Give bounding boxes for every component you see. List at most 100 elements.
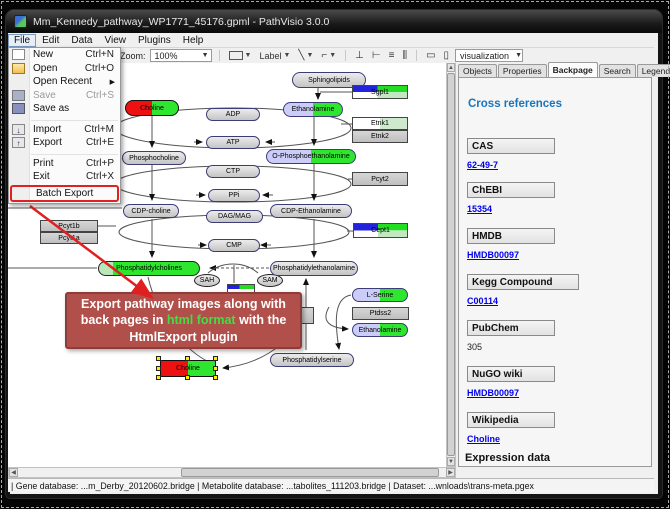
gene-node-ptdss2[interactable]: Ptdss2 [352, 307, 409, 320]
node-sah[interactable]: SAH [194, 274, 220, 287]
screenshot-stage: Mm_Kennedy_pathway_WP1771_45176.gpml - P… [0, 0, 670, 509]
chevron-down-icon: ▼ [202, 52, 209, 59]
selection-handle[interactable] [213, 366, 218, 371]
align-horizontal-icon: ⊥ [355, 50, 364, 61]
menu-item-exit[interactable]: Exit Ctrl+X [9, 170, 120, 184]
menu-help[interactable]: Help [177, 34, 210, 47]
menu-item-open-recent[interactable]: Open Recent ▶ [9, 75, 120, 89]
connector-tool-button[interactable]: ⌐▼ [319, 50, 338, 61]
menu-item-import[interactable]: ↓ Import Ctrl+M [9, 123, 120, 137]
node-ppi[interactable]: PPi [208, 189, 260, 202]
node-phosphatidylcholines[interactable]: Phosphatidylcholines [98, 261, 200, 276]
distribute-horizontal-button[interactable]: ⫼ [400, 50, 409, 61]
wikipedia-link[interactable]: Choline [467, 434, 500, 444]
gene-node-cept1[interactable]: Cept1 [353, 223, 408, 238]
scroll-left-button[interactable]: ◀ [9, 468, 18, 477]
menu-bar: File Edit Data View Plugins Help [8, 33, 654, 48]
common-width-icon: ▭ [426, 50, 435, 61]
section-header-hmdb: HMDB [467, 228, 555, 244]
selection-handle[interactable] [213, 375, 218, 380]
tab-properties[interactable]: Properties [498, 64, 547, 77]
menu-file[interactable]: File [8, 34, 36, 47]
hmdb-link[interactable]: HMDB00097 [467, 250, 519, 260]
gene-node-etnk1[interactable]: Etnk1 [352, 117, 408, 130]
selection-handle[interactable] [185, 356, 190, 361]
chebi-link[interactable]: 15354 [467, 204, 492, 214]
label-tool-button[interactable]: Label▼ [257, 51, 292, 61]
node-phosphatidylethanolamine[interactable]: Phosphatidylethanolamine [270, 261, 358, 276]
node-phosphocholine[interactable]: Phosphocholine [122, 151, 186, 165]
section-header-pubchem: PubChem [467, 320, 555, 336]
menu-item-export[interactable]: ↑ Export Ctrl+E [9, 136, 120, 150]
cas-link[interactable]: 62-49-7 [467, 160, 498, 170]
align-horizontal-button[interactable]: ⊥ [353, 50, 366, 61]
node-atp[interactable]: ATP [206, 136, 260, 149]
gene-node-pcyt2[interactable]: Pcyt2 [352, 172, 408, 186]
line-tool-button[interactable]: ╲▼ [296, 50, 315, 61]
scroll-down-button[interactable]: ▼ [447, 457, 455, 466]
export-icon: ↑ [12, 137, 25, 148]
node-o-phosphoethanolamine[interactable]: O-Phosphoethanolamine [266, 149, 356, 164]
tab-objects[interactable]: Objects [458, 64, 497, 77]
node-choline[interactable]: Choline [125, 100, 179, 116]
gene-node-pcyt1b[interactable]: Pcyt1b [40, 220, 98, 232]
menu-item-open[interactable]: Open Ctrl+O [9, 62, 120, 76]
menu-data[interactable]: Data [65, 34, 98, 47]
distribute-vertical-icon: ≡ [389, 50, 395, 61]
menu-item-save-as[interactable]: Save as [9, 102, 120, 116]
chevron-down-icon: ▼ [329, 52, 336, 59]
node-l-serine[interactable]: L-Serine [352, 288, 408, 302]
common-height-icon: ▯ [444, 50, 450, 61]
node-ctp[interactable]: CTP [206, 165, 260, 178]
common-width-button[interactable]: ▭ [424, 50, 437, 61]
canvas-vertical-scrollbar[interactable]: ▲ ▼ [446, 62, 456, 467]
align-vertical-button[interactable]: ⊢ [370, 50, 383, 61]
canvas-horizontal-scrollbar[interactable]: ◀ ▶ [8, 467, 456, 478]
node-cmp[interactable]: CMP [208, 239, 260, 252]
selection-handle[interactable] [213, 356, 218, 361]
scroll-right-button[interactable]: ▶ [446, 468, 455, 477]
node-cdp-ethanolamine[interactable]: CDP-Ethanolamine [270, 204, 352, 218]
zoom-combobox[interactable]: 100%▼ [150, 49, 212, 62]
selection-handle[interactable] [185, 375, 190, 380]
tab-legend[interactable]: Legend [637, 64, 670, 77]
menu-plugins[interactable]: Plugins [132, 34, 177, 47]
node-ethanolamine[interactable]: Ethanolamine [283, 102, 343, 117]
menu-item-save[interactable]: Save Ctrl+S [9, 89, 120, 103]
node-ethanolamine-2[interactable]: Ethanolamine [352, 323, 408, 337]
pathvisio-app-icon [14, 15, 27, 28]
node-dag-mag[interactable]: DAG/MAG [206, 210, 263, 223]
menu-edit[interactable]: Edit [36, 34, 65, 47]
pubchem-value: 305 [467, 342, 482, 352]
gene-node-sgpl1[interactable]: Sgpl1 [352, 85, 408, 99]
common-height-button[interactable]: ▯ [442, 50, 452, 61]
menu-item-new[interactable]: New Ctrl+N [9, 48, 120, 62]
scroll-up-button[interactable]: ▲ [447, 63, 455, 72]
vertical-scroll-thumb[interactable] [447, 73, 455, 456]
menu-item-print[interactable]: Print Ctrl+P [9, 157, 120, 171]
menu-item-batch-export[interactable]: Batch Export [10, 185, 119, 202]
distribute-vertical-button[interactable]: ≡ [387, 50, 397, 61]
distribute-horizontal-icon: ⫼ [402, 50, 407, 61]
import-icon: ↓ [12, 124, 25, 135]
node-cdp-choline[interactable]: CDP-choline [123, 204, 179, 218]
horizontal-scroll-thumb[interactable] [181, 468, 439, 477]
chevron-down-icon: ▼ [245, 52, 252, 59]
selection-handle[interactable] [156, 375, 161, 380]
selection-handle[interactable] [156, 366, 161, 371]
kegg-link[interactable]: C00114 [467, 296, 498, 306]
node-adp[interactable]: ADP [206, 108, 260, 121]
menu-view[interactable]: View [98, 34, 132, 47]
selection-handle[interactable] [156, 356, 161, 361]
save-as-disk-icon [12, 103, 25, 114]
visualization-combobox[interactable]: visualization▼ [455, 49, 523, 62]
tab-backpage[interactable]: Backpage [548, 62, 598, 77]
section-header-cas: CAS [467, 138, 555, 154]
gene-node-etnk2[interactable]: Etnk2 [352, 130, 408, 143]
datanode-tool-button[interactable]: ▼ [227, 51, 254, 60]
node-phosphatidylserine[interactable]: Phosphatidylserine [270, 353, 354, 367]
gene-node-pcyt1a[interactable]: Pcyt1a [40, 232, 98, 244]
tab-search[interactable]: Search [599, 64, 636, 77]
elbow-connector-icon: ⌐ [321, 50, 327, 61]
nugo-link[interactable]: HMDB00097 [467, 388, 519, 398]
